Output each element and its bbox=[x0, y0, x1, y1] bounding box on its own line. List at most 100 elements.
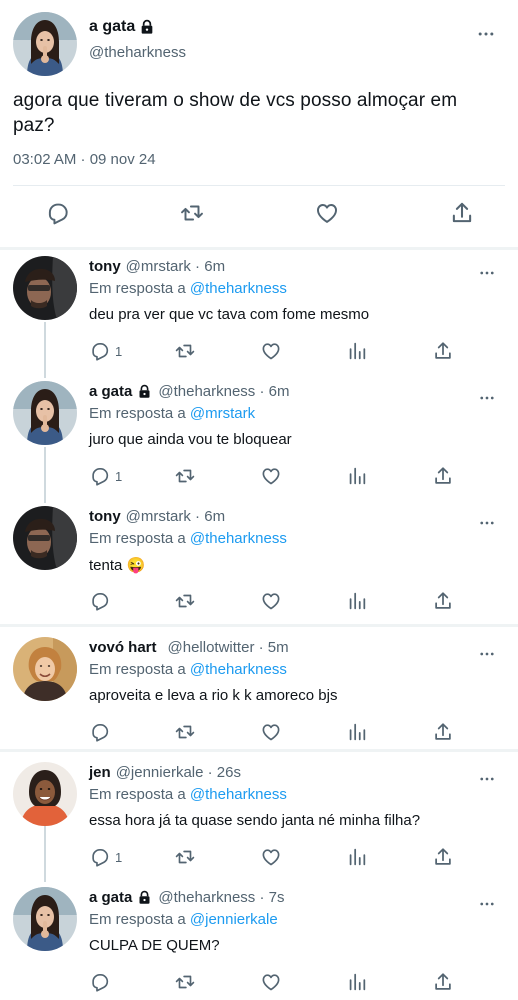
avatar[interactable] bbox=[13, 637, 77, 701]
handle-time[interactable]: @mrstark · 6m bbox=[126, 508, 225, 525]
display-name[interactable]: a gata bbox=[89, 383, 132, 400]
views-button[interactable] bbox=[346, 340, 368, 362]
reply-tweet[interactable]: jen @jennierkale · 26s Em resposta a @th… bbox=[0, 762, 518, 880]
views-button[interactable] bbox=[346, 465, 368, 487]
display-name[interactable]: vovó hart bbox=[89, 639, 157, 656]
mention-link[interactable]: @mrstark bbox=[190, 405, 255, 422]
views-button[interactable] bbox=[346, 846, 368, 868]
like-button[interactable] bbox=[260, 340, 282, 362]
avatar[interactable] bbox=[13, 762, 77, 826]
share-icon bbox=[432, 465, 454, 487]
share-button[interactable] bbox=[449, 200, 475, 226]
reply-text: aproveita e leva a rio k k amoreco bjs bbox=[89, 687, 338, 704]
retweet-icon bbox=[174, 590, 196, 612]
avatar[interactable] bbox=[13, 887, 77, 951]
reply-button[interactable]: 1 bbox=[89, 340, 122, 362]
reply-tweet[interactable]: a gata @theharkness · 6m Em resposta a @… bbox=[0, 381, 518, 499]
share-button[interactable] bbox=[432, 721, 454, 743]
heart-icon bbox=[260, 721, 282, 743]
avatar[interactable] bbox=[13, 506, 77, 570]
retweet-button[interactable] bbox=[174, 590, 196, 612]
views-button[interactable] bbox=[346, 971, 368, 993]
like-button[interactable] bbox=[260, 465, 282, 487]
handle-time[interactable]: @mrstark · 6m bbox=[126, 258, 225, 275]
more-icon[interactable] bbox=[478, 645, 496, 663]
like-button[interactable] bbox=[260, 590, 282, 612]
share-button[interactable] bbox=[432, 340, 454, 362]
lock-icon bbox=[137, 890, 152, 905]
in-reply-to: Em resposta a @mrstark bbox=[89, 405, 255, 422]
reply-icon bbox=[89, 971, 111, 993]
retweet-button[interactable] bbox=[174, 465, 196, 487]
reply-tweet[interactable]: a gata @theharkness · 7s Em resposta a @… bbox=[0, 887, 518, 999]
mention-link[interactable]: @theharkness bbox=[190, 661, 287, 678]
reply-actions bbox=[0, 590, 518, 612]
views-icon bbox=[346, 846, 368, 868]
retweet-button[interactable] bbox=[174, 971, 196, 993]
share-button[interactable] bbox=[432, 846, 454, 868]
views-icon bbox=[346, 971, 368, 993]
display-name[interactable]: tony bbox=[89, 508, 121, 525]
mention-link[interactable]: @theharkness bbox=[190, 786, 287, 803]
handle-time[interactable]: @theharkness · 7s bbox=[158, 889, 284, 906]
share-icon bbox=[432, 846, 454, 868]
reply-button[interactable] bbox=[89, 971, 115, 993]
reply-header: jen @jennierkale · 26s bbox=[89, 764, 241, 781]
like-button[interactable] bbox=[260, 971, 282, 993]
retweet-button[interactable] bbox=[179, 200, 205, 226]
retweet-icon bbox=[174, 465, 196, 487]
share-button[interactable] bbox=[432, 971, 454, 993]
reply-text: juro que ainda vou te bloquear bbox=[89, 431, 292, 448]
reply-tweet[interactable]: tony @mrstark · 6m Em resposta a @thehar… bbox=[0, 256, 518, 374]
handle-time[interactable]: @jennierkale · 26s bbox=[116, 764, 241, 781]
like-button[interactable] bbox=[260, 846, 282, 868]
reply-button[interactable]: 1 bbox=[89, 846, 122, 868]
handle-time[interactable]: @theharkness · 6m bbox=[158, 383, 289, 400]
more-icon[interactable] bbox=[476, 24, 496, 44]
more-icon[interactable] bbox=[478, 770, 496, 788]
display-name[interactable]: a gata bbox=[89, 18, 155, 36]
reply-header: vovó hart @hellotwitter · 5m bbox=[89, 639, 289, 656]
heart-icon bbox=[260, 846, 282, 868]
avatar[interactable] bbox=[13, 12, 77, 76]
timestamp[interactable]: 03:02 AM · 09 nov 24 bbox=[13, 151, 156, 168]
lock-icon bbox=[139, 19, 155, 35]
share-icon bbox=[449, 200, 475, 226]
reply-button[interactable] bbox=[89, 590, 115, 612]
share-button[interactable] bbox=[432, 465, 454, 487]
views-button[interactable] bbox=[346, 590, 368, 612]
handle[interactable]: @theharkness bbox=[89, 44, 186, 61]
like-button[interactable] bbox=[260, 721, 282, 743]
avatar[interactable] bbox=[13, 381, 77, 445]
more-icon[interactable] bbox=[478, 514, 496, 532]
retweet-button[interactable] bbox=[174, 846, 196, 868]
display-name[interactable]: jen bbox=[89, 764, 111, 781]
reply-button[interactable] bbox=[45, 200, 71, 226]
reply-button[interactable] bbox=[89, 721, 115, 743]
views-button[interactable] bbox=[346, 721, 368, 743]
avatar[interactable] bbox=[13, 256, 77, 320]
more-icon[interactable] bbox=[478, 895, 496, 913]
retweet-button[interactable] bbox=[174, 340, 196, 362]
divider bbox=[13, 185, 505, 186]
handle-time[interactable]: @hellotwitter · 5m bbox=[168, 639, 289, 656]
in-reply-to: Em resposta a @theharkness bbox=[89, 530, 287, 547]
more-icon[interactable] bbox=[478, 264, 496, 282]
like-button[interactable] bbox=[314, 200, 340, 226]
retweet-button[interactable] bbox=[174, 721, 196, 743]
reply-button[interactable]: 1 bbox=[89, 465, 122, 487]
mention-link[interactable]: @jennierkale bbox=[190, 911, 278, 928]
reply-actions: 1 bbox=[0, 340, 518, 362]
reply-icon bbox=[89, 590, 111, 612]
retweet-icon bbox=[179, 200, 205, 226]
share-button[interactable] bbox=[432, 590, 454, 612]
reply-tweet[interactable]: vovó hart @hellotwitter · 5m Em resposta… bbox=[0, 637, 518, 747]
main-tweet[interactable]: a gata @theharkness agora que tiveram o … bbox=[0, 0, 518, 248]
more-icon[interactable] bbox=[478, 389, 496, 407]
reply-tweet[interactable]: tony @mrstark · 6m Em resposta a @thehar… bbox=[0, 506, 518, 624]
display-name[interactable]: a gata bbox=[89, 889, 132, 906]
display-name[interactable]: tony bbox=[89, 258, 121, 275]
mention-link[interactable]: @theharkness bbox=[190, 280, 287, 297]
mention-link[interactable]: @theharkness bbox=[190, 530, 287, 547]
heart-icon bbox=[260, 465, 282, 487]
